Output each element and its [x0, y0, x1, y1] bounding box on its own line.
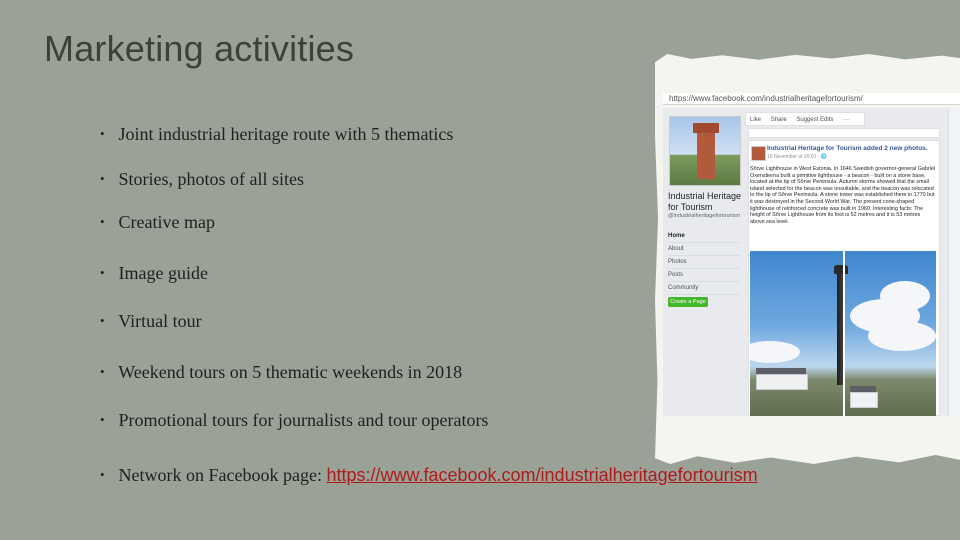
fb-more-button: ··· — [843, 117, 850, 123]
fb-nav-community: Community — [668, 282, 740, 295]
bullet-dot: • — [100, 364, 105, 379]
fb-action-bar: Like Share Suggest Edits ··· — [745, 112, 865, 126]
fb-share-button: Share — [770, 117, 787, 123]
bullet-text: Image guide — [118, 263, 208, 283]
browser-url-bar: https://www.facebook.com/industrialherit… — [663, 93, 960, 105]
bullet-text: Virtual tour — [118, 311, 202, 331]
bullet-item: • Creative map — [100, 212, 215, 233]
bullet-item: • Joint industrial heritage route with 5… — [100, 124, 453, 145]
fb-page-name: Industrial Heritage for Tourism — [668, 191, 742, 212]
fb-right-strip — [948, 108, 960, 416]
bullet-dot: • — [100, 171, 105, 186]
facebook-link[interactable]: https://www.facebook.com/industrialherit… — [326, 465, 757, 485]
fb-post-photo-lighthouse — [750, 251, 936, 416]
fb-post-date: 15 November at 20:01 · 🌐 — [767, 154, 828, 160]
fb-tabs-strip — [748, 128, 940, 138]
bullet-dot: • — [100, 126, 105, 141]
bullet-item: • Promotional tours for journalists and … — [100, 410, 488, 431]
fb-nav-about: About — [668, 243, 740, 256]
bullet-dot: • — [100, 265, 105, 280]
bullet-dot: • — [100, 412, 105, 427]
fb-post-author: Industrial Heritage for Tourism added 2 … — [767, 145, 928, 152]
fb-nav-home: Home — [668, 230, 740, 243]
bullet-item: • Image guide — [100, 263, 208, 284]
bullet-dot: • — [100, 467, 105, 482]
bullet-item: • Virtual tour — [100, 311, 202, 332]
bullet-item: • Weekend tours on 5 thematic weekends i… — [100, 362, 462, 383]
bullet-item: • Stories, photos of all sites — [100, 169, 304, 190]
bullet-text: Stories, photos of all sites — [118, 169, 305, 189]
fb-create-page-button: Create a Page — [668, 297, 708, 307]
bullet-dot: • — [100, 214, 105, 229]
fb-nav-photos: Photos — [668, 256, 740, 269]
fb-suggest-edits-button: Suggest Edits — [796, 117, 834, 123]
fb-post-avatar — [751, 146, 766, 161]
bullet-text: Network on Facebook page: — [118, 465, 327, 485]
fb-profile-picture — [669, 116, 741, 186]
bullet-text: Weekend tours on 5 thematic weekends in … — [118, 362, 463, 382]
slide-title: Marketing activities — [44, 28, 355, 69]
fb-post-text: Sõrve Lighthouse in West Estonia. In 164… — [750, 166, 936, 225]
fb-page-handle: @industrialheritagefortourism — [668, 213, 740, 219]
fb-like-button: Like — [750, 117, 762, 123]
fb-nav-posts: Posts — [668, 269, 740, 282]
bullet-text: Creative map — [118, 212, 215, 232]
bullet-item-network: • Network on Facebook page: https://www.… — [100, 465, 758, 486]
bullet-text: Promotional tours for journalists and to… — [118, 410, 489, 430]
bullet-dot: • — [100, 313, 105, 328]
bullet-text: Joint industrial heritage route with 5 t… — [118, 124, 454, 144]
